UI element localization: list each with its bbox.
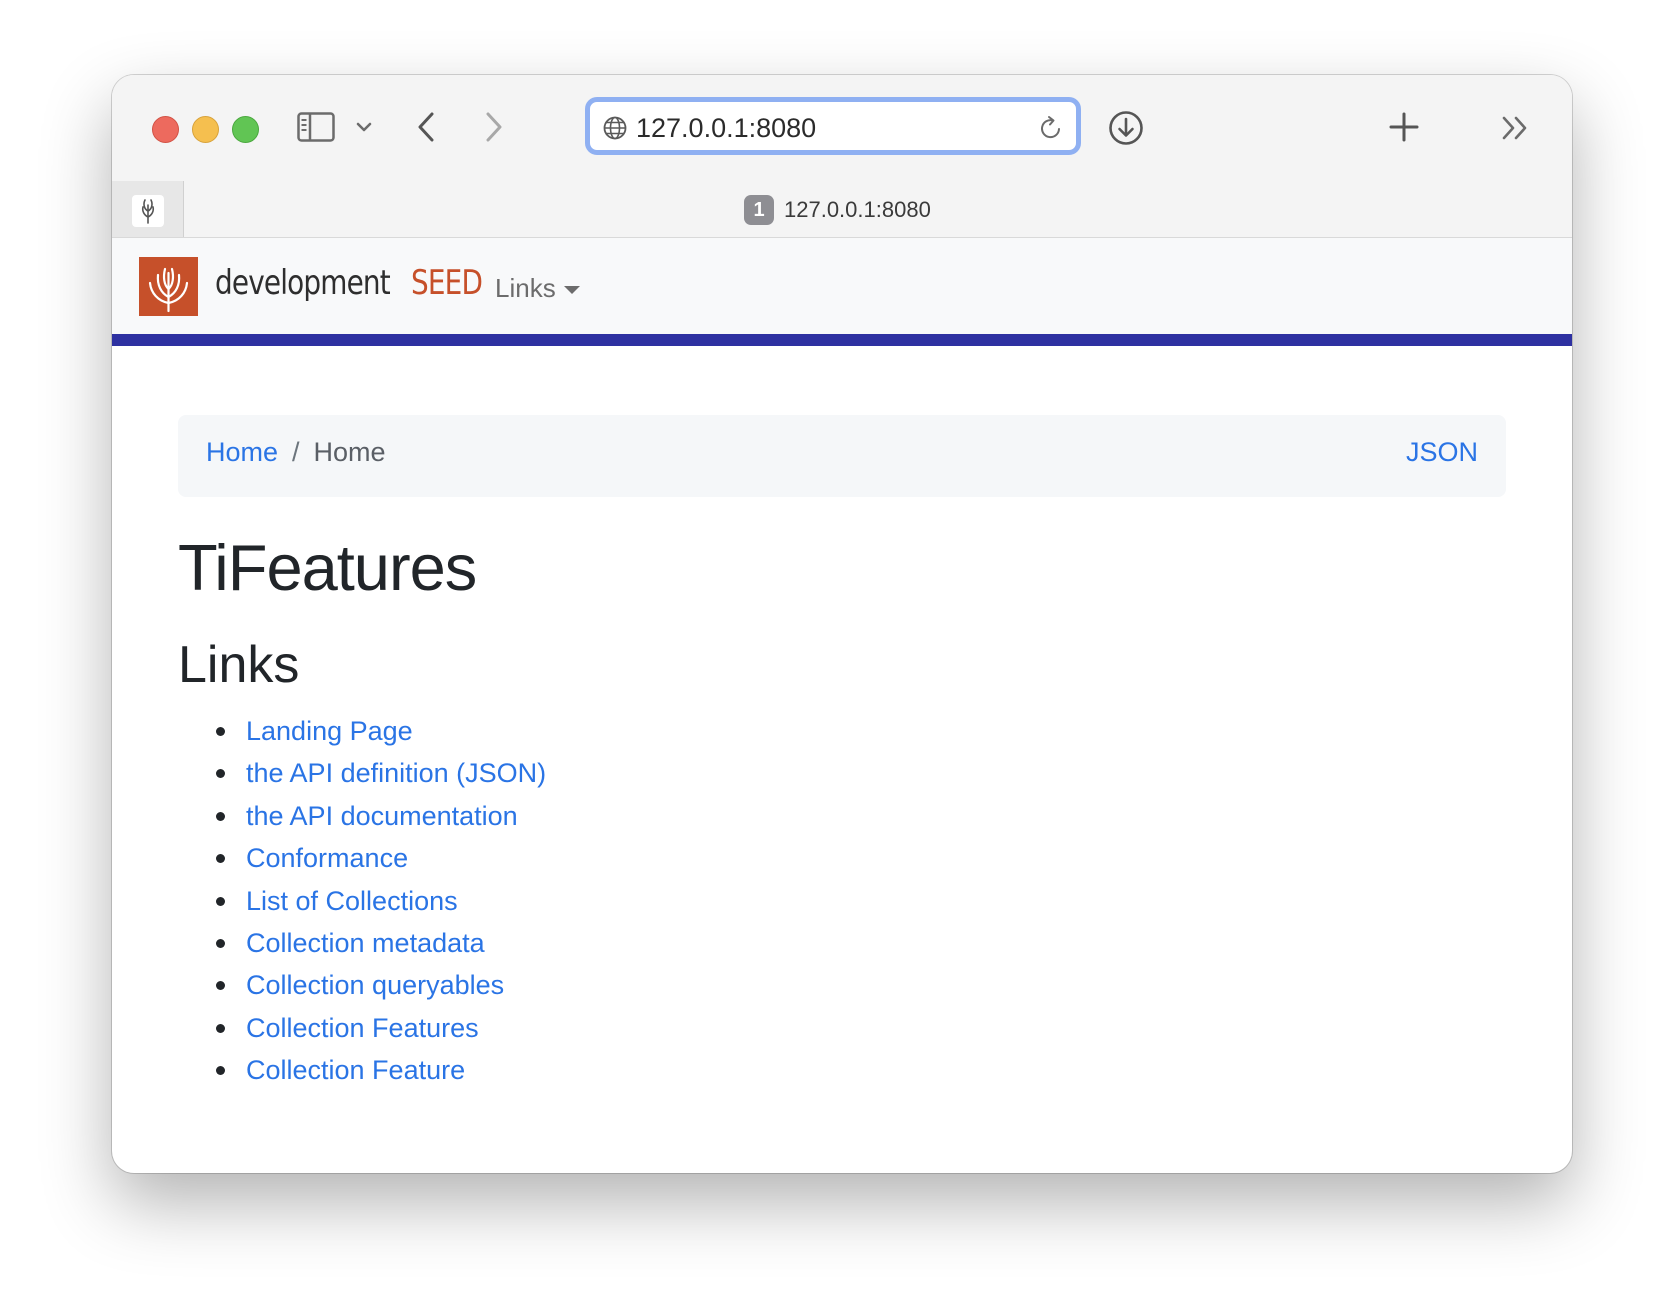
caret-down-icon xyxy=(563,285,580,294)
list-item: Landing Page xyxy=(178,710,546,752)
links-heading: Links xyxy=(178,636,300,694)
pinned-tab[interactable] xyxy=(112,181,184,237)
list-of-collections-link[interactable]: List of Collections xyxy=(246,886,458,916)
chevron-down-icon[interactable] xyxy=(354,117,374,137)
browser-toolbar: 127.0.0.1:8080 xyxy=(112,75,1572,181)
json-link[interactable]: JSON xyxy=(1406,437,1478,468)
address-bar[interactable]: 127.0.0.1:8080 xyxy=(585,97,1081,155)
collection-feature-link[interactable]: Collection Feature xyxy=(246,1055,465,1085)
landing-page-link[interactable]: Landing Page xyxy=(246,716,413,746)
conformance-link[interactable]: Conformance xyxy=(246,843,408,873)
more-tabs-icon[interactable] xyxy=(1498,113,1534,143)
breadcrumb: Home / Home JSON xyxy=(178,415,1506,497)
forward-icon[interactable] xyxy=(480,109,508,145)
list-item: Collection Feature xyxy=(178,1049,546,1091)
list-item: Conformance xyxy=(178,837,546,879)
reload-icon[interactable] xyxy=(1038,114,1064,142)
active-tab[interactable]: 1 127.0.0.1:8080 xyxy=(744,193,931,227)
brand-seed: SEED xyxy=(411,263,483,303)
links-dropdown[interactable]: Links xyxy=(495,266,580,310)
collection-features-link[interactable]: Collection Features xyxy=(246,1013,479,1043)
brand-wordmark[interactable]: development SEED xyxy=(215,263,491,313)
breadcrumb-current: Home xyxy=(313,437,386,467)
favicon-icon xyxy=(132,195,164,227)
tab-count-badge: 1 xyxy=(744,195,774,225)
list-item: Collection queryables xyxy=(178,964,546,1006)
collection-queryables-link[interactable]: Collection queryables xyxy=(246,970,504,1000)
links-list: Landing Page the API definition (JSON) t… xyxy=(178,710,546,1092)
api-definition-link[interactable]: the API definition (JSON) xyxy=(246,758,546,788)
browser-window: 127.0.0.1:8080 1 127.0.0.1:8080 developm… xyxy=(112,75,1572,1173)
back-icon[interactable] xyxy=(412,109,440,145)
navbar-accent-stripe xyxy=(112,334,1572,346)
api-documentation-link[interactable]: the API documentation xyxy=(246,801,518,831)
page-title: TiFeatures xyxy=(178,531,477,604)
minimize-window-button[interactable] xyxy=(192,116,219,143)
zoom-window-button[interactable] xyxy=(232,116,259,143)
sidebar-toggle-icon[interactable] xyxy=(296,111,336,143)
address-url[interactable]: 127.0.0.1:8080 xyxy=(636,113,816,144)
development-seed-logo-icon[interactable] xyxy=(139,257,198,316)
new-tab-icon[interactable] xyxy=(1386,109,1422,145)
download-icon[interactable] xyxy=(1107,109,1145,147)
globe-icon xyxy=(602,115,628,141)
breadcrumb-home-link[interactable]: Home xyxy=(206,437,278,468)
brand-development: development xyxy=(215,263,391,303)
list-item: the API definition (JSON) xyxy=(178,752,546,794)
tab-title: 127.0.0.1:8080 xyxy=(784,197,931,222)
breadcrumb-separator: / xyxy=(292,437,300,467)
collection-metadata-link[interactable]: Collection metadata xyxy=(246,928,485,958)
list-item: Collection Features xyxy=(178,1007,546,1049)
list-item: the API documentation xyxy=(178,795,546,837)
list-item: Collection metadata xyxy=(178,922,546,964)
close-window-button[interactable] xyxy=(152,116,179,143)
list-item: List of Collections xyxy=(178,880,546,922)
links-dropdown-label: Links xyxy=(495,272,556,303)
